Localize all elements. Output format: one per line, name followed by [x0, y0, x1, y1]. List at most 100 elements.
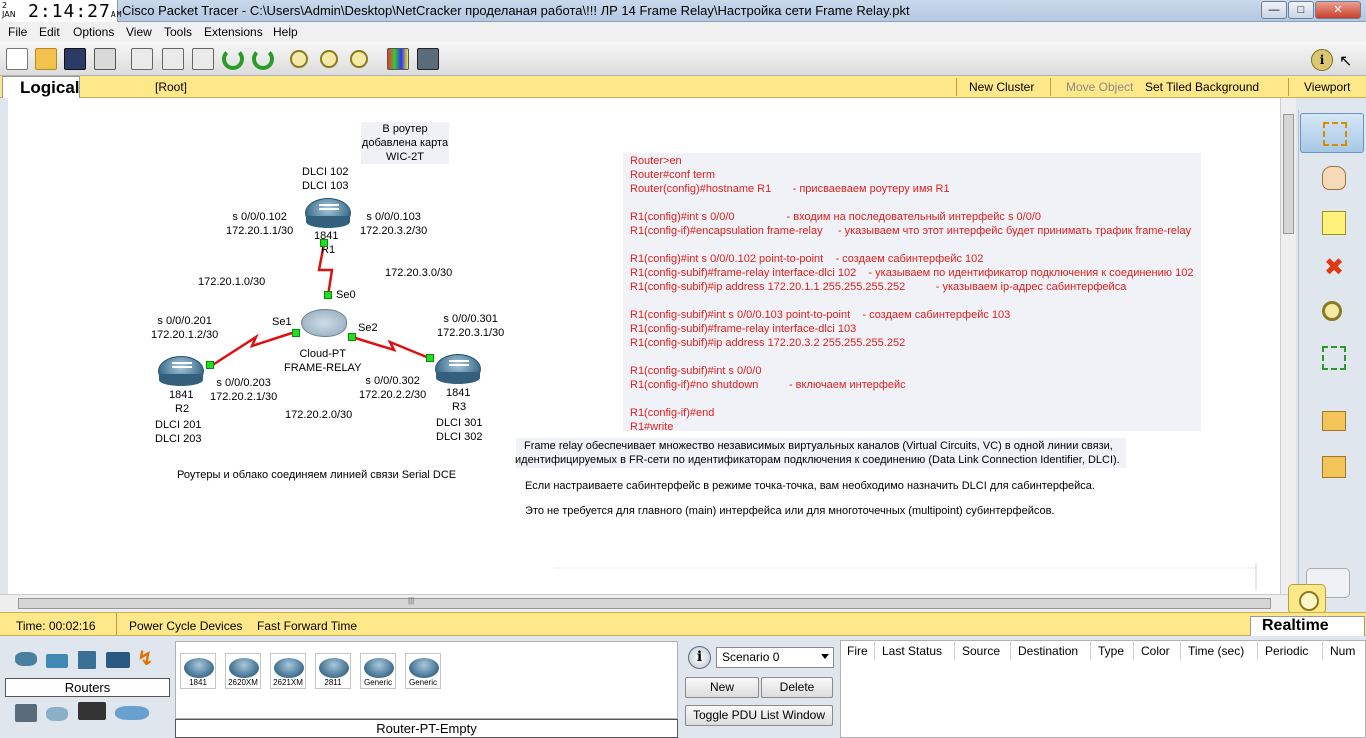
config-line: R1(config-subif)#ip address 172.20.3.2 2…	[630, 337, 906, 349]
config-note[interactable]: Router>en Router#conf term Router(config…	[623, 153, 1201, 433]
custom-devices-icon[interactable]	[417, 48, 439, 70]
undo-icon[interactable]	[222, 48, 244, 70]
vertical-scrollbar[interactable]	[1280, 98, 1296, 594]
paste-icon[interactable]	[192, 48, 214, 70]
config-line: R1(config-if)#end	[630, 407, 715, 419]
column-num[interactable]: Num	[1330, 644, 1355, 658]
realtime-clock-icon[interactable]	[1288, 584, 1326, 614]
add-simple-pdu-button[interactable]	[1300, 403, 1364, 443]
logical-workspace[interactable]: В роутер добавлена карта WIC-2T DLCI 102…	[8, 98, 1280, 594]
menu-view[interactable]: View	[126, 25, 152, 39]
multiuser-category-icon[interactable]	[115, 706, 149, 720]
maximize-button[interactable]: □	[1288, 1, 1314, 19]
menu-extensions[interactable]: Extensions	[204, 25, 263, 39]
custom-devices-category-icon[interactable]	[78, 702, 106, 720]
logical-tab[interactable]: Logical	[2, 76, 80, 98]
info-line-3[interactable]: Если настраиваете сабинтерфейс в режиме …	[525, 480, 1095, 492]
scrollbar-thumb[interactable]	[18, 598, 1271, 609]
hubs-category-icon[interactable]	[78, 651, 96, 669]
set-tiled-background-button[interactable]: Set Tiled Background	[1145, 80, 1259, 94]
column-periodic[interactable]: Periodic	[1265, 644, 1308, 658]
selected-device-name: Router-PT-Empty	[175, 719, 678, 738]
routers-category-icon[interactable]	[15, 652, 37, 666]
divider	[1050, 78, 1051, 96]
viewport-button[interactable]: Viewport	[1304, 80, 1350, 94]
toggle-pdu-list-button[interactable]: Toggle PDU List Window	[685, 705, 833, 726]
end-devices-category-icon[interactable]	[15, 704, 37, 722]
menu-edit[interactable]: Edit	[39, 25, 60, 39]
device-2621xm[interactable]: 2621XM	[270, 653, 306, 689]
divider	[1090, 640, 1091, 660]
se1-label: Se1	[272, 316, 292, 328]
menu-options[interactable]: Options	[73, 25, 114, 39]
info-icon[interactable]: i	[1311, 49, 1333, 71]
fast-forward-button[interactable]: Fast Forward Time	[257, 619, 357, 633]
device-2620xm[interactable]: 2620XM	[225, 653, 261, 689]
device-generic-1[interactable]: Generic	[360, 653, 396, 689]
zoom-reset-icon[interactable]	[320, 50, 338, 68]
delete-scenario-button[interactable]: Delete	[761, 677, 833, 698]
connections-category-icon[interactable]: ↯	[137, 649, 159, 669]
iface-name: s 0/0/0.302	[365, 375, 420, 387]
switches-category-icon[interactable]	[46, 654, 68, 668]
column-destination[interactable]: Destination	[1018, 644, 1078, 658]
whats-this-arrow-icon[interactable]: ↖	[1339, 51, 1352, 71]
envelope-open-icon	[1322, 456, 1346, 478]
scenario-info-icon[interactable]: i	[688, 646, 711, 669]
open-folder-icon[interactable]	[35, 48, 57, 70]
resize-shape-tool-button[interactable]	[1300, 338, 1364, 378]
power-cycle-button[interactable]: Power Cycle Devices	[129, 619, 242, 633]
place-note-tool-button[interactable]	[1300, 203, 1364, 243]
new-scenario-button[interactable]: New	[685, 677, 759, 698]
horizontal-scrollbar[interactable]: |||	[0, 594, 1296, 612]
minimize-button[interactable]: —	[1261, 1, 1287, 19]
close-button[interactable]: ✕	[1315, 1, 1361, 19]
column-type[interactable]: Type	[1098, 644, 1124, 658]
router-r1[interactable]	[305, 198, 351, 228]
menu-tools[interactable]: Tools	[164, 25, 192, 39]
save-icon[interactable]	[64, 48, 86, 70]
router-r2[interactable]	[158, 356, 204, 386]
drawing-palette-icon[interactable]	[387, 48, 409, 70]
scrollbar-thumb[interactable]	[1283, 114, 1294, 234]
wan-emulation-category-icon[interactable]	[46, 707, 68, 721]
delete-tool-button[interactable]: ✖	[1300, 248, 1364, 288]
column-last-status[interactable]: Last Status	[882, 644, 942, 658]
menu-file[interactable]: File	[8, 25, 27, 39]
cloud-frame-relay[interactable]	[301, 309, 347, 337]
zoom-out-icon[interactable]	[350, 50, 368, 68]
dlci-label: DLCI 103	[302, 180, 349, 192]
column-time[interactable]: Time (sec)	[1188, 644, 1244, 658]
router-r3[interactable]	[435, 354, 481, 384]
root-breadcrumb[interactable]: [Root]	[155, 80, 187, 94]
activity-wizard-icon[interactable]	[131, 48, 153, 70]
move-object-button[interactable]: Move Object	[1066, 80, 1133, 94]
wic-note[interactable]: В роутер добавлена карта WIC-2T	[361, 122, 449, 164]
redo-icon[interactable]	[252, 48, 274, 70]
column-fire[interactable]: Fire	[847, 644, 868, 658]
move-layout-tool-button[interactable]	[1300, 158, 1364, 198]
realtime-tab[interactable]: Realtime	[1250, 616, 1365, 636]
inspect-tool-button[interactable]	[1300, 293, 1364, 333]
column-color[interactable]: Color	[1141, 644, 1170, 658]
copy-icon[interactable]	[162, 48, 184, 70]
serial-dce-note[interactable]: Роутеры и облако соединяем линией связи …	[177, 468, 456, 482]
add-complex-pdu-button[interactable]	[1300, 448, 1364, 488]
column-source[interactable]: Source	[962, 644, 1000, 658]
se0-label: Se0	[336, 289, 356, 301]
device-2811[interactable]: 2811	[315, 653, 351, 689]
wireless-category-icon[interactable]	[106, 652, 130, 668]
divider	[1010, 640, 1011, 660]
router-arrows-icon	[319, 204, 339, 210]
cloud-se2-port	[348, 333, 356, 341]
new-file-icon[interactable]	[6, 48, 28, 70]
device-generic-2[interactable]: Generic	[405, 653, 441, 689]
device-1841[interactable]: 1841	[180, 653, 216, 689]
print-icon[interactable]	[94, 48, 116, 70]
new-cluster-button[interactable]: New Cluster	[969, 80, 1034, 94]
zoom-in-icon[interactable]	[290, 50, 308, 68]
info-line-4[interactable]: Это не требуется для главного (main) инт…	[525, 505, 1055, 517]
scenario-select[interactable]: Scenario 0	[716, 647, 834, 668]
select-tool-button[interactable]	[1300, 113, 1364, 153]
menu-help[interactable]: Help	[273, 25, 298, 39]
